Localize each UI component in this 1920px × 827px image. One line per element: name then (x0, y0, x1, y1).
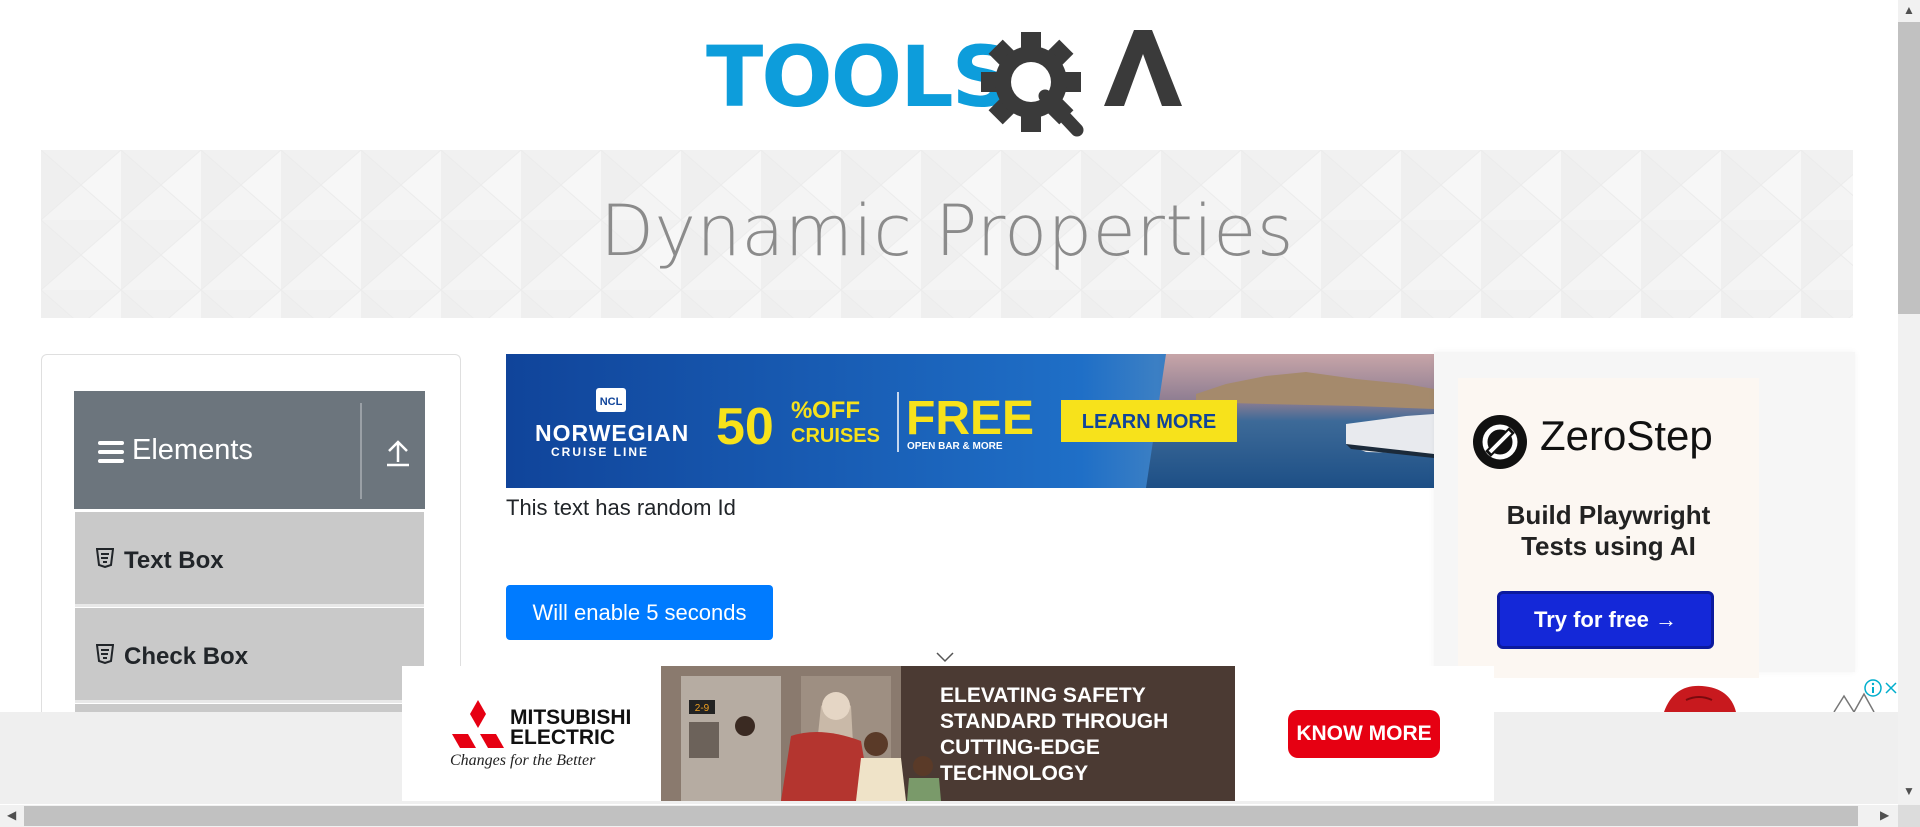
svg-text:FREE: FREE (906, 392, 1034, 445)
vertical-scroll-thumb[interactable] (1898, 22, 1920, 314)
svg-text:OFF: OFF (812, 397, 860, 424)
random-id-text: This text has random Id (506, 495, 736, 520)
sidebar-item-label: Text Box (124, 547, 224, 574)
header-divider (360, 403, 362, 499)
html5-icon (95, 644, 115, 669)
zerostep-tagline: Build Playwright Tests using AI (1506, 500, 1711, 561)
svg-text:CRUISE LINE: CRUISE LINE (551, 445, 649, 459)
svg-text:NCL: NCL (600, 396, 623, 408)
page-banner: Dynamic Properties (41, 150, 1853, 318)
svg-text:50: 50 (716, 398, 774, 456)
svg-text:LEARN MORE: LEARN MORE (1082, 411, 1216, 433)
know-more-button[interactable]: KNOW MORE (1288, 710, 1440, 758)
html5-icon (95, 548, 115, 573)
svg-text:OPEN BAR & MORE: OPEN BAR & MORE (907, 441, 1003, 452)
hamburger-icon (98, 441, 124, 468)
try-for-free-button[interactable]: Try for free → (1497, 591, 1714, 649)
ad-info-icon[interactable] (1864, 679, 1882, 702)
group-header-label: Elements (132, 434, 253, 466)
svg-text:%: % (791, 397, 812, 424)
zerostep-brand: ZeroStep (1540, 412, 1713, 459)
sidebar-item-check-box[interactable]: Check Box (75, 608, 424, 703)
partial-ad-right[interactable] (1494, 678, 1898, 712)
elements-group-header[interactable]: Elements (74, 391, 425, 509)
scroll-down-arrow-icon[interactable]: ▼ (1903, 784, 1915, 798)
scrollbar-corner (1898, 805, 1920, 827)
gear-icon (981, 32, 1084, 137)
collapse-up-icon[interactable] (385, 438, 411, 473)
svg-text:2-9: 2-9 (695, 703, 710, 714)
zerostep-logo-icon (1472, 414, 1528, 475)
scroll-up-arrow-icon[interactable]: ▲ (1903, 3, 1915, 17)
page-title: Dynamic Properties (600, 190, 1294, 272)
mitsubishi-slogan: Changes for the Better (450, 752, 596, 769)
sidebar-item-text-box[interactable]: Text Box (75, 512, 424, 607)
mitsubishi-headline: ELEVATING SAFETY STANDARD THROUGH CUTTIN… (940, 684, 1169, 785)
svg-text:NORWEGIAN: NORWEGIAN (535, 420, 689, 446)
toolsqa-logo[interactable]: TOOLS A (706, 20, 1194, 138)
ncl-ad-banner[interactable]: NCL NORWEGIAN CRUISE LINE 50 % OFF CRUIS… (506, 354, 1434, 488)
mitsubishi-brand: MITSUBISHI ELECTRIC (510, 706, 632, 749)
sidebar-item-label: Check Box (124, 643, 249, 670)
scroll-left-arrow-icon[interactable]: ◀ (7, 808, 16, 822)
scroll-right-arrow-icon[interactable]: ▶ (1880, 808, 1889, 822)
logo-a-text: A (706, 20, 707, 21)
enable-after-button[interactable]: Will enable 5 seconds (506, 585, 773, 640)
svg-text:CRUISES: CRUISES (791, 425, 880, 447)
horizontal-scroll-thumb[interactable] (24, 806, 1858, 826)
ad-close-icon[interactable] (1884, 679, 1898, 702)
logo-tools-text: TOOLS (706, 28, 1010, 126)
